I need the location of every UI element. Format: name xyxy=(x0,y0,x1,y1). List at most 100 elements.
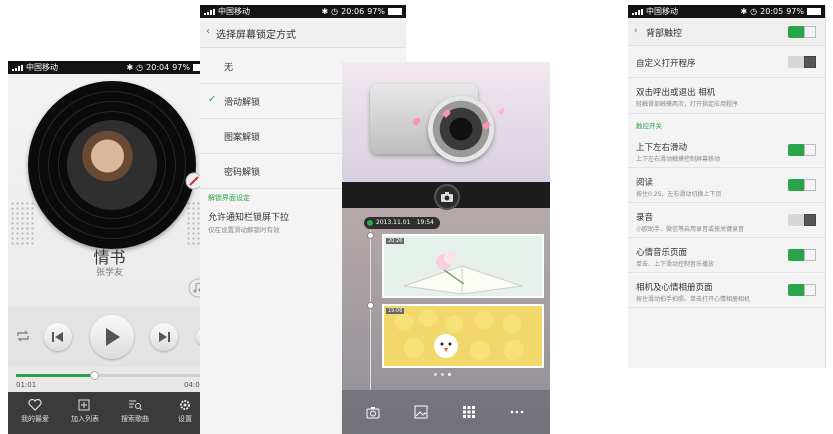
battery-percent: 97% xyxy=(786,7,804,16)
setting-subtitle: 按住滑动拍手拍照、单击打开心情相册相机 xyxy=(636,296,751,303)
status-time: 20:06 xyxy=(341,7,365,16)
toggle-swipe[interactable] xyxy=(788,144,816,156)
play-icon xyxy=(106,328,120,346)
album-cover xyxy=(67,120,157,210)
signal-icon xyxy=(12,65,23,71)
nav-add-to-list-label: 加入列表 xyxy=(71,415,99,423)
progress-fill xyxy=(16,374,95,377)
setting-double-tap-camera[interactable]: 双击呼出或退出 相机 轻触背部触摸两次，打开指定应用程序 xyxy=(628,78,825,114)
repeat-icon[interactable] xyxy=(15,329,31,343)
photo-time: 20:26 xyxy=(386,238,405,244)
page-title: 选择屏幕锁定方式 xyxy=(216,30,296,41)
toggle-camera-album[interactable] xyxy=(788,284,816,296)
carrier-label: 中国移动 xyxy=(218,7,250,16)
grid-icon[interactable] xyxy=(462,405,476,419)
signal-icon xyxy=(204,9,215,15)
toggle-reading[interactable] xyxy=(788,179,816,191)
back-touch-screen: 中国移动 ✱ ◷ 20:05 97% ‹ 背部触控 自定义打开程序 双击呼出或退… xyxy=(628,5,826,368)
bluetooth-icon: ✱ xyxy=(740,7,748,16)
back-icon[interactable]: ‹ xyxy=(634,26,638,36)
date-label: 2013.11.01 xyxy=(376,219,411,226)
photo-time: 19:06 xyxy=(386,308,405,314)
lock-option-label: 图案解锁 xyxy=(224,133,261,143)
status-bar: 中国移动 ✱ ◷ 20:06 97% xyxy=(200,5,406,18)
photo-card-book[interactable]: 20:26 xyxy=(382,234,544,298)
gear-icon xyxy=(180,400,190,410)
nav-favorites-label: 我的最爱 xyxy=(21,415,49,423)
status-bar: 中国移动 ✱ ◷ 20:05 97% xyxy=(628,5,825,18)
search-song-icon xyxy=(129,400,142,411)
previous-button[interactable] xyxy=(44,323,72,351)
nav-add-to-list[interactable]: 加入列表 xyxy=(60,392,110,434)
clock-icon: ◷ xyxy=(750,7,758,16)
clock-icon: ◷ xyxy=(331,7,339,16)
setting-subtitle: 小欧助手、微信等启用录音或按关键录音 xyxy=(636,226,745,233)
bluetooth-icon: ✱ xyxy=(321,7,329,16)
setting-subtitle: 轻触背部触摸两次，打开指定应用程序 xyxy=(636,101,739,108)
back-icon[interactable]: ‹ xyxy=(206,26,210,37)
carrier-label: 中国移动 xyxy=(26,63,58,72)
status-bar: 中国移动 ✱ ◷ 20:04 97% xyxy=(8,61,211,74)
previous-icon xyxy=(52,332,63,342)
battery-icon xyxy=(807,8,821,15)
setting-subtitle: 按住0.2S，左右滑动切换上下页 xyxy=(636,191,722,198)
play-button[interactable] xyxy=(90,315,134,359)
setting-title: 心情音乐页面 xyxy=(636,248,688,258)
status-time: 20:04 xyxy=(146,63,170,72)
camera-button[interactable] xyxy=(434,184,460,210)
setting-subtitle: 单击、上下滑动控制音乐播放 xyxy=(636,261,715,268)
setting-title: 录音 xyxy=(636,213,654,223)
progress-bar[interactable] xyxy=(16,371,202,380)
toggle-recording[interactable] xyxy=(788,214,816,226)
playback-controls xyxy=(8,307,211,367)
next-icon xyxy=(159,332,170,342)
date-pill: 2013.11.01 19:54 xyxy=(364,217,440,229)
timeline-node xyxy=(367,232,374,239)
master-toggle[interactable] xyxy=(788,26,816,38)
section-label: 解锁界面设定 xyxy=(208,194,250,202)
more-icon[interactable] xyxy=(510,405,524,419)
add-to-list-icon xyxy=(78,399,90,411)
header: ‹ 选择屏幕锁定方式 xyxy=(200,18,406,48)
camera-icon xyxy=(441,192,453,202)
bottom-nav: 我的最爱 加入列表 搜索歌曲 设置 xyxy=(8,392,211,434)
setting-recording[interactable]: 录音 小欧助手、微信等启用录音或按关键录音 xyxy=(628,203,825,238)
setting-swipe[interactable]: 上下左右滑动 上下左右滑动触摸控制屏幕移动 xyxy=(628,133,825,168)
setting-title: 阅读 xyxy=(636,178,654,188)
camera-icon[interactable] xyxy=(366,405,380,419)
progress-knob[interactable] xyxy=(90,371,100,380)
gallery-icon[interactable] xyxy=(414,405,428,419)
checkmark-icon: ✓ xyxy=(208,94,217,105)
date-dot-icon xyxy=(367,220,373,226)
lock-option-label: 密码解锁 xyxy=(224,168,261,178)
chicks-image xyxy=(384,306,542,366)
setting-title: 相机及心情相册页面 xyxy=(636,283,713,293)
nav-search-song[interactable]: 搜索歌曲 xyxy=(110,392,160,434)
setting-mood-music[interactable]: 心情音乐页面 单击、上下滑动控制音乐播放 xyxy=(628,238,825,273)
setting-camera-album[interactable]: 相机及心情相册页面 按住滑动拍手拍照、单击打开心情相册相机 xyxy=(628,273,825,308)
setting-title: 双击呼出或退出 相机 xyxy=(636,88,716,98)
status-time: 20:05 xyxy=(760,7,784,16)
next-button[interactable] xyxy=(150,323,178,351)
vinyl-record[interactable] xyxy=(28,81,196,249)
setting-title: 自定义打开程序 xyxy=(636,59,696,69)
carrier-label: 中国移动 xyxy=(646,7,678,16)
bluetooth-icon: ✱ xyxy=(126,63,134,72)
nav-favorites[interactable]: 我的最爱 xyxy=(10,392,60,434)
speaker-grille-left xyxy=(10,201,36,247)
battery-percent: 97% xyxy=(367,7,385,16)
toggle-mood-music[interactable] xyxy=(788,249,816,261)
setting-reading[interactable]: 阅读 按住0.2S，左右滑动切换上下页 xyxy=(628,168,825,203)
book-flower-image xyxy=(384,236,542,296)
section-label: 触控开关 xyxy=(636,122,662,130)
battery-percent: 97% xyxy=(172,63,190,72)
notify-setting-title[interactable]: 允许通知栏锁屏下拉 xyxy=(208,210,289,223)
setting-subtitle: 上下左右滑动触摸控制屏幕移动 xyxy=(636,156,721,163)
music-player-screen: 中国移动 ✱ ◷ 20:04 97% 情书 张学友 01:01 04:08 我的… xyxy=(8,61,211,434)
notify-setting-subtitle: 仅在设置滑动解锁时有效 xyxy=(208,226,280,234)
photo-card-chicks[interactable]: 19:06 xyxy=(382,304,544,368)
page-title: 背部触控 xyxy=(646,29,683,39)
setting-custom-app[interactable]: 自定义打开程序 xyxy=(628,46,825,78)
lock-option-label: 滑动解锁 xyxy=(224,98,261,108)
toggle-custom-app[interactable] xyxy=(788,56,816,68)
